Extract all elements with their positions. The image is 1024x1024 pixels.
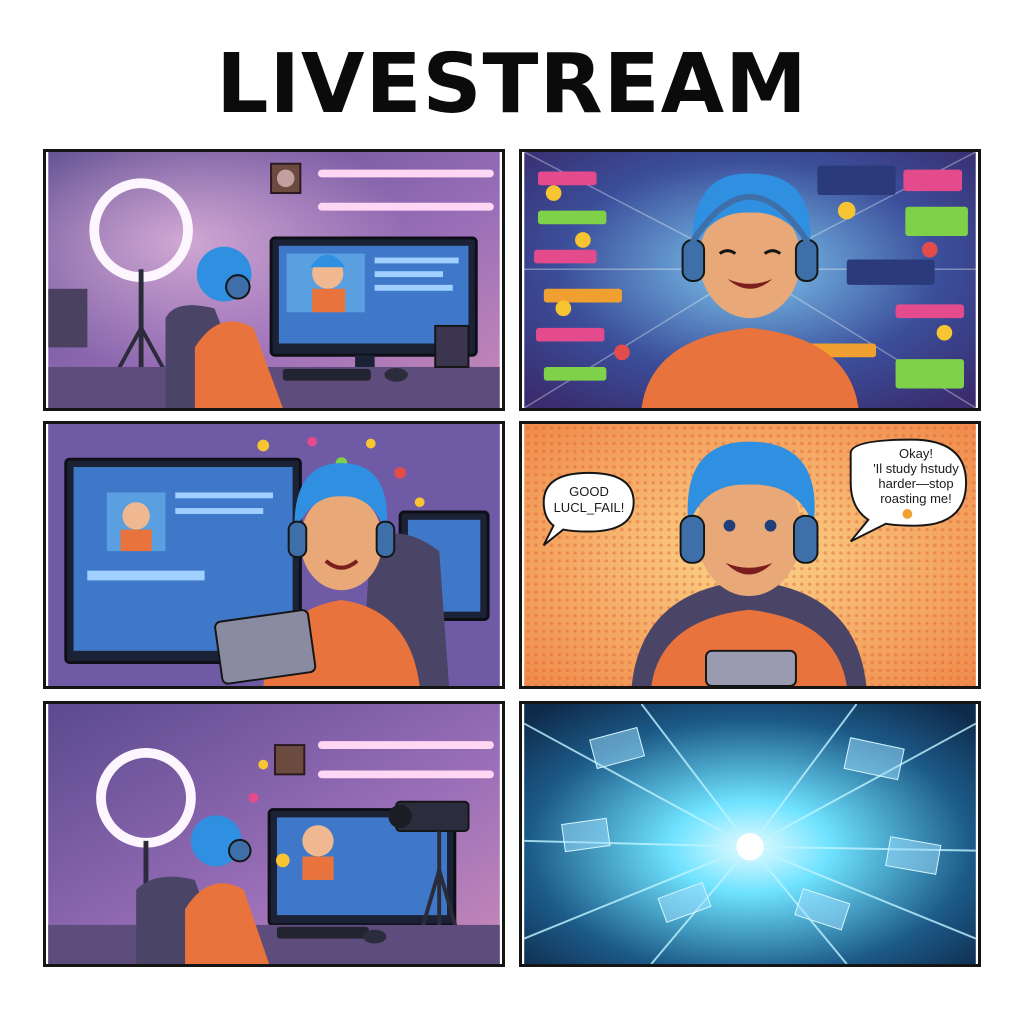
mouse	[384, 367, 408, 382]
mouse	[362, 929, 387, 944]
keyboard	[276, 926, 369, 939]
streaming-scene	[48, 704, 500, 964]
tablet	[705, 649, 797, 686]
panel-4-reaction: GOOD LUCL_FAIL! Okay! 'Il study hstudy h…	[519, 421, 981, 689]
panel-1-setup	[43, 149, 505, 411]
panel-3-homework	[43, 421, 505, 689]
homework-tablet	[214, 609, 317, 685]
panel-6-data-burst	[519, 701, 981, 967]
keyboard	[282, 368, 371, 381]
neon-light	[317, 741, 494, 749]
setup-scene	[48, 152, 500, 408]
streamer-face	[300, 492, 383, 591]
headphone-right	[793, 514, 819, 564]
chat-flood-scene	[523, 152, 977, 408]
speech-bubble-left-text: GOOD LUCL_FAIL!	[553, 484, 625, 515]
comic-title: LIVESTREAM	[216, 37, 808, 132]
pencil-cup	[434, 324, 470, 368]
headphone-left	[679, 514, 706, 564]
headphone-left	[681, 238, 706, 282]
speech-bubble-right-text: Okay! 'Il study hstudy harder—stop roast…	[873, 446, 959, 506]
panel-2-chat-flood	[519, 149, 981, 411]
homework-scene	[48, 424, 500, 686]
headphone-right	[794, 238, 819, 282]
panel-5-streaming	[43, 701, 505, 967]
neon-light	[317, 169, 494, 178]
data-burst-scene	[523, 704, 977, 964]
